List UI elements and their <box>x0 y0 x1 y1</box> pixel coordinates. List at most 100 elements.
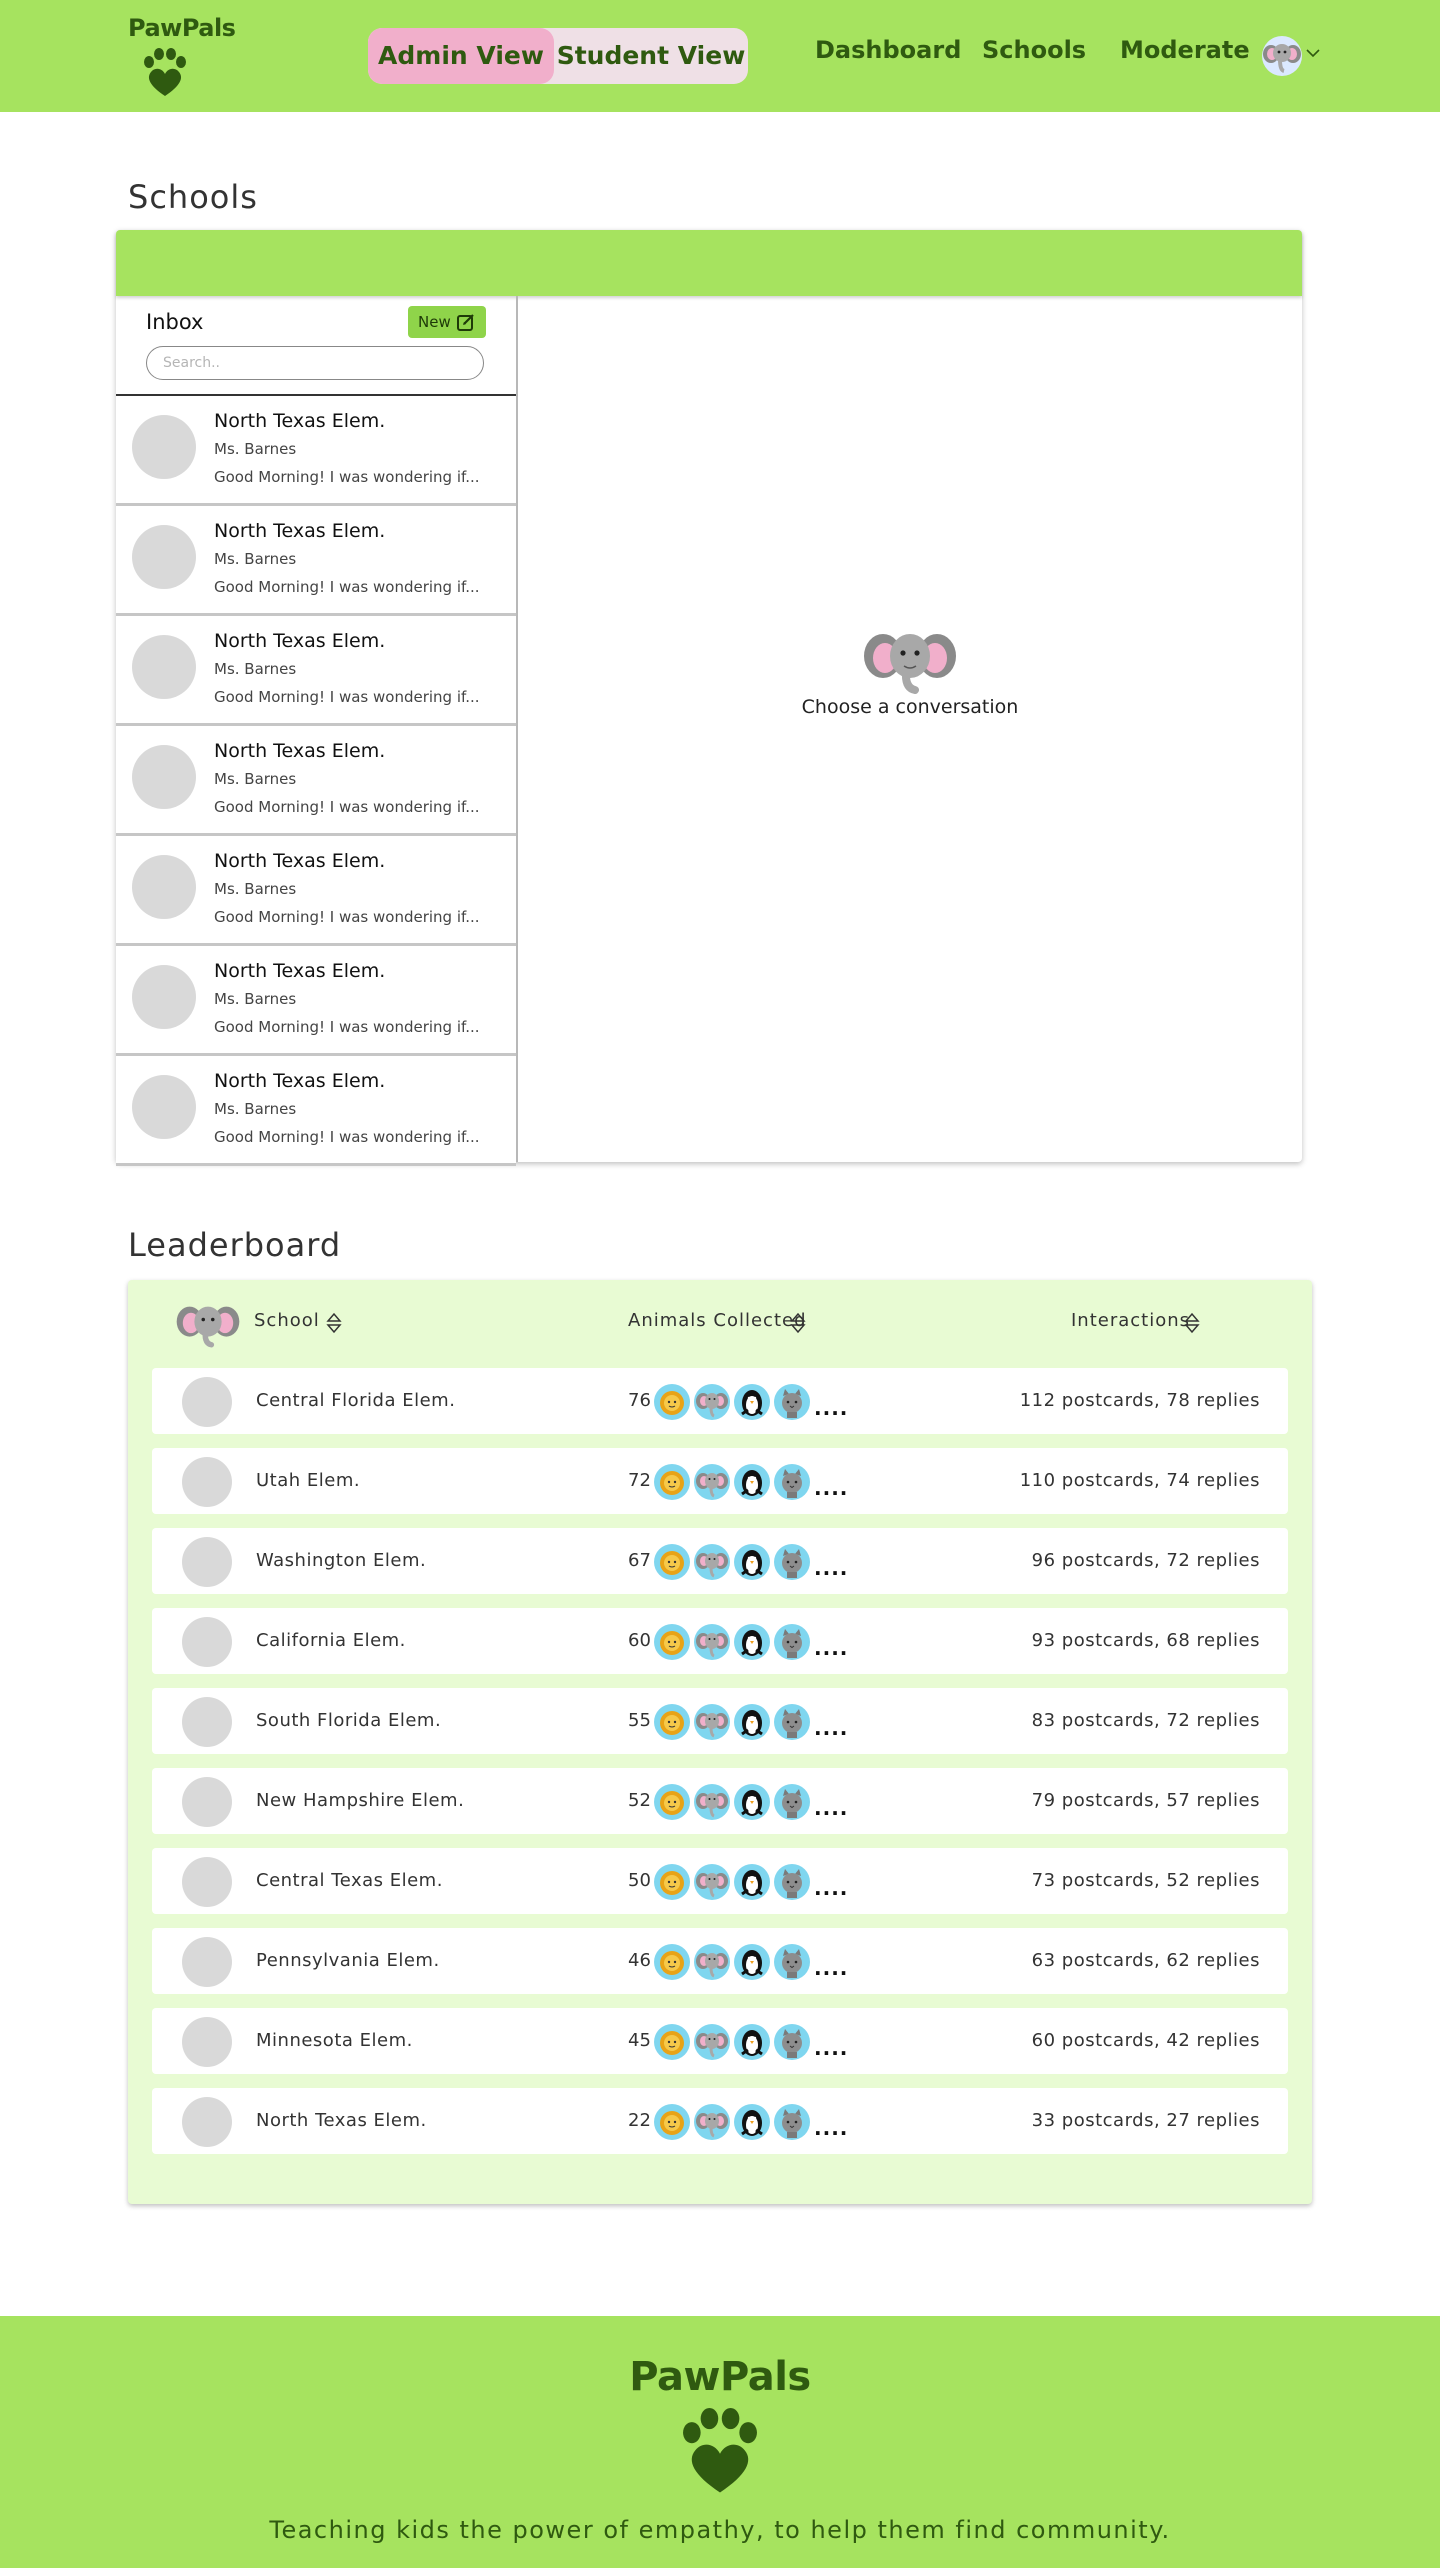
interactions-summary: 60 postcards, 42 replies <box>1031 2030 1260 2051</box>
message-school: North Texas Elem. <box>214 850 386 872</box>
animals-collected-count: 76 <box>628 1390 651 1411</box>
school-avatar <box>182 1937 232 1987</box>
column-header-interactions[interactable]: Interactions <box>1071 1310 1190 1331</box>
elephant-icon <box>694 1784 730 1820</box>
animals-collected-count: 60 <box>628 1630 651 1651</box>
leaderboard-row[interactable]: Utah Elem. 72.... 110 postcards, 74 replie… <box>152 1448 1288 1514</box>
leaderboard-header: School Animals Collected Interactions <box>128 1280 1312 1368</box>
navbar: PawPals Admin View Student View Dashboar… <box>0 0 1440 112</box>
cat-icon <box>774 1864 810 1900</box>
pawpals-logo[interactable]: PawPals <box>124 14 236 98</box>
message-school: North Texas Elem. <box>214 960 386 982</box>
column-header-school[interactable]: School <box>254 1310 320 1331</box>
new-message-button[interactable]: New <box>408 306 486 338</box>
edit-icon <box>457 314 474 331</box>
interactions-summary: 83 postcards, 72 replies <box>1031 1710 1260 1731</box>
penguin-icon <box>734 1784 770 1820</box>
lion-icon <box>654 1464 690 1500</box>
user-avatar[interactable] <box>1262 36 1302 76</box>
footer: PawPals Teaching kids the power of empat… <box>0 2316 1440 2568</box>
admin-view-button[interactable]: Admin View <box>368 28 554 84</box>
inbox-search-input[interactable] <box>146 346 484 380</box>
student-view-button[interactable]: Student View <box>554 28 748 84</box>
more-animals-indicator: .... <box>814 1796 849 1820</box>
interactions-summary: 110 postcards, 74 replies <box>1019 1470 1260 1491</box>
message-teacher: Ms. Barnes <box>214 440 297 458</box>
paw-heart-icon <box>683 2408 757 2493</box>
message-item[interactable]: North Texas Elem. Ms. Barnes Good Mornin… <box>116 836 516 946</box>
school-avatar <box>182 1377 232 1427</box>
message-school: North Texas Elem. <box>214 740 386 762</box>
school-avatar <box>132 415 196 479</box>
view-toggle: Admin View Student View <box>368 28 748 84</box>
message-item[interactable]: North Texas Elem. Ms. Barnes Good Mornin… <box>116 616 516 726</box>
sort-icon[interactable] <box>790 1312 806 1334</box>
animals-collected-count: 45 <box>628 2030 651 2051</box>
interactions-summary: 33 postcards, 27 replies <box>1031 2110 1260 2131</box>
lion-icon <box>654 1864 690 1900</box>
leaderboard-row[interactable]: South Florida Elem. 55.... 83 postcards, 7… <box>152 1688 1288 1754</box>
message-item[interactable]: North Texas Elem. Ms. Barnes Good Mornin… <box>116 396 516 506</box>
elephant-mascot-icon <box>864 634 956 694</box>
message-item[interactable]: North Texas Elem. Ms. Barnes Good Mornin… <box>116 1056 516 1166</box>
elephant-icon <box>694 1544 730 1580</box>
animals-collected-count: 46 <box>628 1950 651 1971</box>
leaderboard-school-name: Washington Elem. <box>256 1550 427 1571</box>
elephant-icon <box>694 2104 730 2140</box>
leaderboard-panel: School Animals Collected Interactions Ce… <box>128 1280 1312 2204</box>
leaderboard-row[interactable]: Minnesota Elem. 45.... 60 postcards, 42 re… <box>152 2008 1288 2074</box>
nav-link-dashboard[interactable]: Dashboard <box>815 36 961 64</box>
animals-collected-icons: .... <box>654 1464 854 1504</box>
lion-icon <box>654 1784 690 1820</box>
cat-icon <box>774 2104 810 2140</box>
sort-icon[interactable] <box>1184 1312 1200 1334</box>
message-school: North Texas Elem. <box>214 520 386 542</box>
penguin-icon <box>734 2024 770 2060</box>
penguin-icon <box>734 1624 770 1660</box>
interactions-summary: 112 postcards, 78 replies <box>1019 1390 1260 1411</box>
elephant-icon <box>694 1624 730 1660</box>
elephant-mascot-icon <box>176 1306 240 1348</box>
message-item[interactable]: North Texas Elem. Ms. Barnes Good Mornin… <box>116 946 516 1056</box>
cat-icon <box>774 1544 810 1580</box>
message-item[interactable]: North Texas Elem. Ms. Barnes Good Mornin… <box>116 506 516 616</box>
nav-link-schools[interactable]: Schools <box>982 36 1086 64</box>
school-avatar <box>132 855 196 919</box>
footer-tagline: Teaching kids the power of empathy, to h… <box>269 2516 1171 2544</box>
animals-collected-icons: .... <box>654 1544 854 1584</box>
school-avatar <box>132 965 196 1029</box>
message-teacher: Ms. Barnes <box>214 550 297 568</box>
leaderboard-row[interactable]: Central Texas Elem. 50.... 73 postcards, 5… <box>152 1848 1288 1914</box>
animals-collected-count: 22 <box>628 2110 651 2131</box>
animals-collected-icons: .... <box>654 1944 854 1984</box>
lion-icon <box>654 1624 690 1660</box>
leaderboard-row[interactable]: New Hampshire Elem. 52.... 79 postcards, 5… <box>152 1768 1288 1834</box>
leaderboard-row[interactable]: California Elem. 60.... 93 postcards, 68 r… <box>152 1608 1288 1674</box>
paw-heart-icon <box>144 48 186 96</box>
message-item[interactable]: North Texas Elem. Ms. Barnes Good Mornin… <box>116 726 516 836</box>
lion-icon <box>654 1704 690 1740</box>
lion-icon <box>654 1944 690 1980</box>
leaderboard-row[interactable]: Washington Elem. 67.... 96 postcards, 72 r… <box>152 1528 1288 1594</box>
leaderboard-rows: Central Florida Elem. 76.... 112 postcards… <box>152 1368 1288 2168</box>
sort-icon[interactable] <box>326 1312 342 1334</box>
leaderboard-row[interactable]: Pennsylvania Elem. 46.... 63 postcards, 62… <box>152 1928 1288 1994</box>
animals-collected-count: 52 <box>628 1790 651 1811</box>
cat-icon <box>774 1384 810 1420</box>
school-avatar <box>132 525 196 589</box>
nav-link-moderate[interactable]: Moderate <box>1120 36 1250 64</box>
chevron-down-icon[interactable] <box>1306 48 1320 58</box>
penguin-icon <box>734 1544 770 1580</box>
leaderboard-school-name: Pennsylvania Elem. <box>256 1950 440 1971</box>
leaderboard-row[interactable]: North Texas Elem. 22.... 33 postcards, 27 … <box>152 2088 1288 2154</box>
column-header-animals[interactable]: Animals Collected <box>628 1310 807 1331</box>
inbox-header: Inbox New <box>116 296 516 396</box>
more-animals-indicator: .... <box>814 2036 849 2060</box>
interactions-summary: 79 postcards, 57 replies <box>1031 1790 1260 1811</box>
leaderboard-row[interactable]: Central Florida Elem. 76.... 112 postcards… <box>152 1368 1288 1434</box>
logo-wordmark: PawPals <box>128 14 236 42</box>
more-animals-indicator: .... <box>814 1396 849 1420</box>
lion-icon <box>654 2024 690 2060</box>
message-teacher: Ms. Barnes <box>214 880 297 898</box>
animals-collected-count: 72 <box>628 1470 651 1491</box>
